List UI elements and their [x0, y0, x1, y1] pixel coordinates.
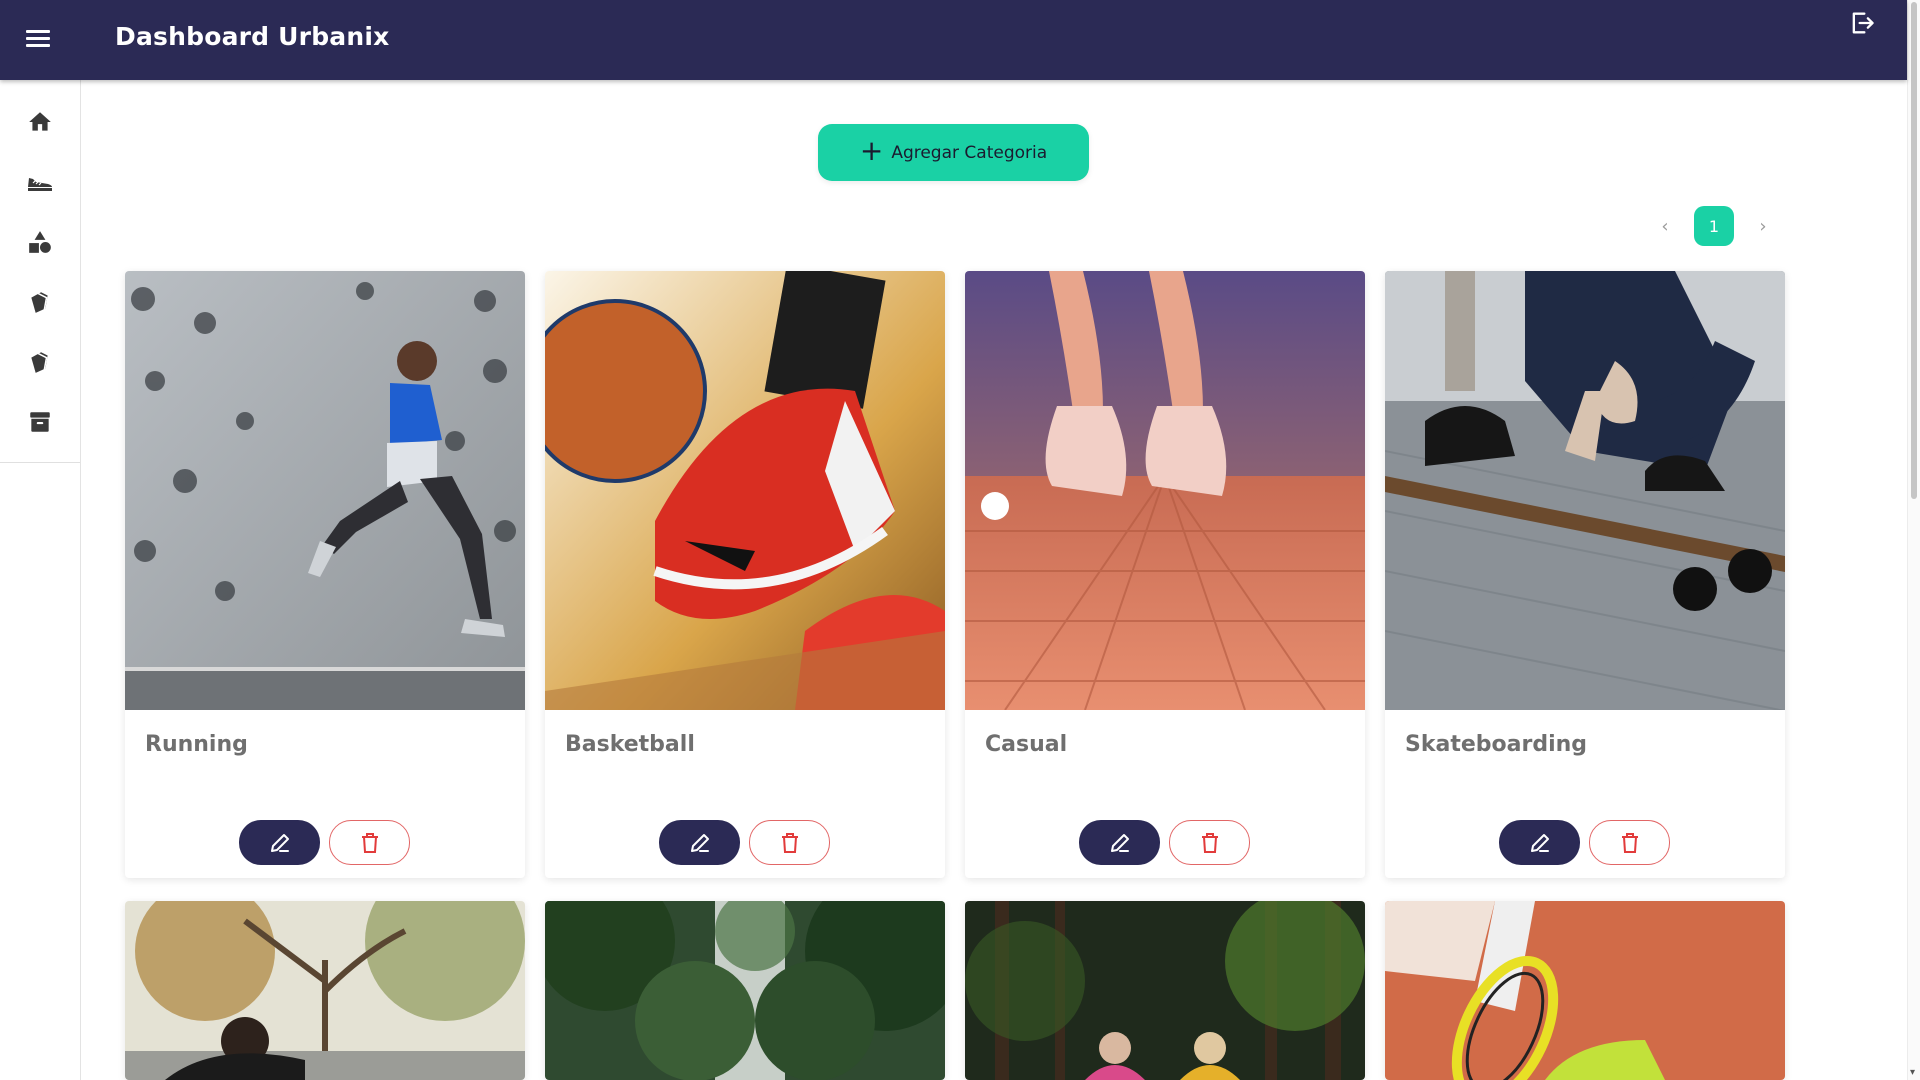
edit-button[interactable]	[239, 820, 320, 865]
category-card: Basketball	[545, 271, 945, 878]
category-name: Running	[145, 732, 248, 757]
trash-icon	[361, 832, 378, 853]
category-card	[125, 901, 525, 1080]
tags-icon	[31, 352, 48, 373]
home-icon	[29, 112, 51, 131]
edit-button[interactable]	[1079, 820, 1160, 865]
tags-icon	[31, 292, 48, 313]
category-card: Casual	[965, 271, 1365, 878]
category-name: Basketball	[565, 732, 695, 757]
pagination-prev-button[interactable]: ‹	[1650, 216, 1680, 237]
scroll-down-icon[interactable]: ▾	[1910, 1067, 1915, 1078]
delete-button[interactable]	[749, 820, 830, 865]
category-image	[545, 901, 945, 1080]
sidebar-item-brands[interactable]	[24, 286, 56, 318]
category-image	[125, 901, 525, 1080]
category-card	[965, 901, 1365, 1080]
trash-icon	[1621, 832, 1638, 853]
category-card	[1385, 901, 1785, 1080]
edit-icon	[690, 833, 709, 852]
plus-icon: +	[859, 134, 884, 167]
delete-button[interactable]	[1169, 820, 1250, 865]
category-card: Skateboarding	[1385, 271, 1785, 878]
add-category-label: Agregar Categoria	[891, 142, 1048, 163]
sidebar-divider	[0, 462, 80, 463]
page-scrollbar[interactable]: ▾	[1907, 0, 1920, 1080]
category-card: Running	[125, 271, 525, 878]
pagination: ‹ 1 ›	[1650, 206, 1778, 246]
sidebar-item-archive[interactable]	[24, 406, 56, 438]
category-image	[965, 901, 1365, 1080]
edit-button[interactable]	[1499, 820, 1580, 865]
trash-icon	[781, 832, 798, 853]
page-title: Dashboard Urbanix	[115, 22, 390, 51]
sidebar-item-home[interactable]	[24, 106, 56, 138]
hamburger-menu-icon[interactable]	[26, 28, 54, 52]
logout-icon[interactable]	[1848, 9, 1876, 37]
category-image	[965, 271, 1365, 710]
archive-box-icon	[30, 412, 50, 432]
delete-button[interactable]	[1589, 820, 1670, 865]
sidebar-item-categories[interactable]	[24, 226, 56, 258]
app-bar: Dashboard Urbanix	[0, 0, 1907, 80]
edit-icon	[1530, 833, 1549, 852]
scrollbar-thumb[interactable]	[1911, 2, 1917, 499]
sidebar-item-products[interactable]	[24, 166, 56, 198]
delete-button[interactable]	[329, 820, 410, 865]
pagination-next-button[interactable]: ›	[1748, 216, 1778, 237]
sidebar	[0, 80, 81, 1080]
category-name: Casual	[985, 732, 1068, 757]
category-image	[545, 271, 945, 710]
category-name: Skateboarding	[1405, 732, 1588, 757]
edit-icon	[270, 833, 289, 852]
edit-button[interactable]	[659, 820, 740, 865]
sidebar-item-offers[interactable]	[24, 346, 56, 378]
pagination-page-current[interactable]: 1	[1694, 206, 1734, 246]
category-image	[1385, 271, 1785, 710]
category-image	[1385, 901, 1785, 1080]
sneaker-icon	[28, 178, 52, 191]
add-category-button[interactable]: + Agregar Categoria	[818, 124, 1089, 181]
edit-icon	[1110, 833, 1129, 852]
category-card	[545, 901, 945, 1080]
trash-icon	[1201, 832, 1218, 853]
shapes-icon	[29, 231, 51, 253]
category-image	[125, 271, 525, 710]
